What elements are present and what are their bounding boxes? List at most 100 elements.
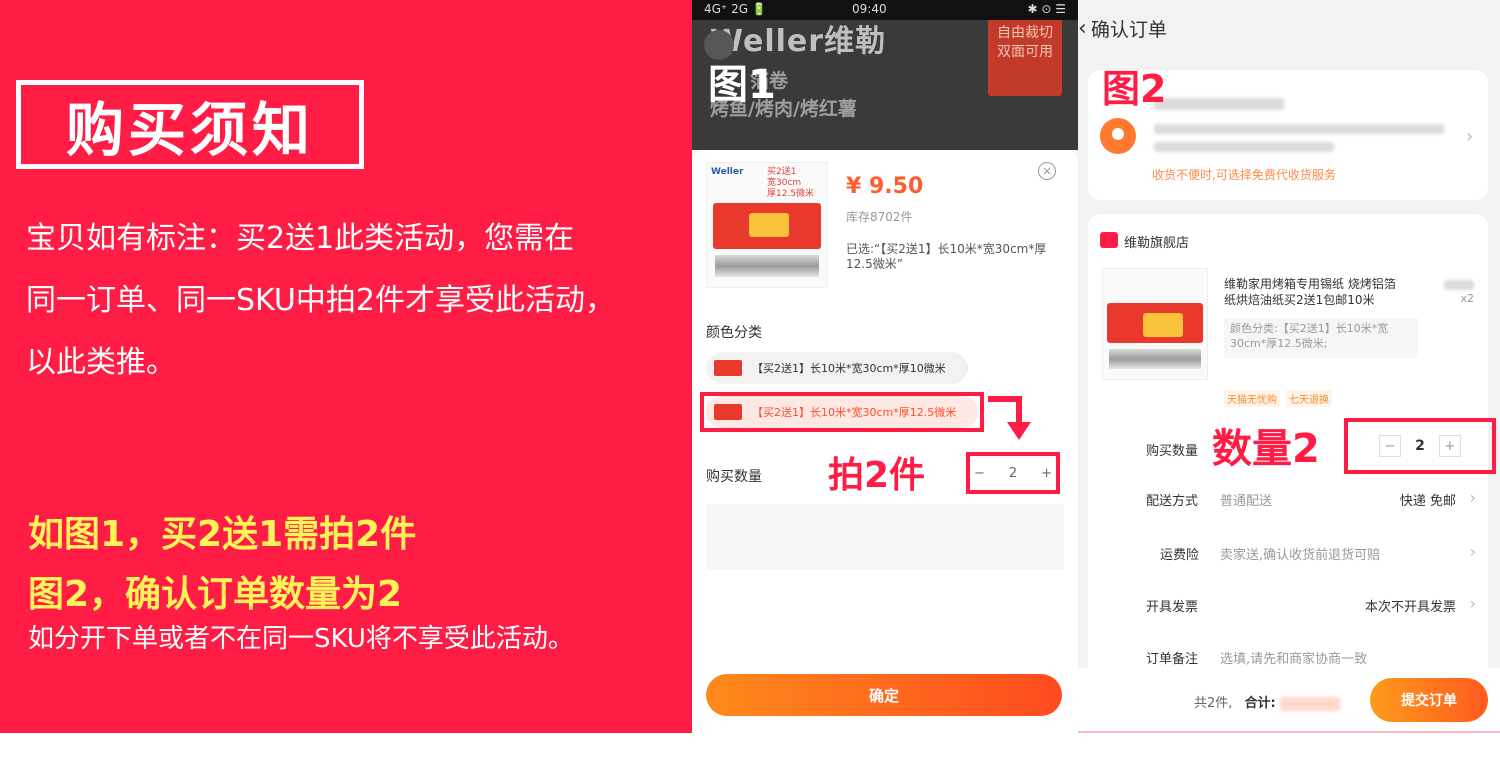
- chevron-right-icon: ›: [1469, 594, 1476, 613]
- product-price: ¥ 9.50: [846, 174, 924, 199]
- sku-option-label: 【买2送1】长10米*宽30cm*厚10微米: [752, 362, 946, 375]
- row-label: 购买数量: [1146, 444, 1199, 459]
- plus-button[interactable]: +: [1438, 435, 1461, 457]
- row-value: 卖家送,确认收货前退货可赔: [1220, 548, 1381, 563]
- service-tag: 天猫无忧购: [1224, 390, 1280, 407]
- banner-tag-text: 自由裁切 双面可用: [997, 25, 1053, 60]
- status-time: 09:40: [852, 2, 887, 16]
- product-thumbnail: Weller 买2送1 宽30cm 厚12.5微米: [706, 162, 828, 288]
- row-invoice[interactable]: 开具发票 本次不开具发票 ›: [1146, 594, 1476, 615]
- package-label: [1143, 313, 1183, 337]
- blurred-price: [1444, 280, 1474, 290]
- confirm-button[interactable]: 确定: [706, 674, 1062, 716]
- figure1-sku-selector: Weller维勒 自由裁切 双面可用 箔卷 烤鱼/烤肉/烤红薯 图1 4G⁺ 2…: [692, 0, 1078, 733]
- row-label: 开具发票: [1146, 600, 1199, 615]
- package-image: [1107, 303, 1203, 343]
- quantity-value[interactable]: 2: [1009, 466, 1017, 481]
- product-thumbnail: [1102, 268, 1208, 380]
- blurred-address: [1154, 124, 1444, 134]
- quantity-value[interactable]: 2: [1415, 438, 1425, 454]
- signal-icon: 4G⁺ 2G 🔋: [704, 2, 767, 16]
- row-delivery[interactable]: 配送方式 普通配送 快递 免邮 ›: [1146, 488, 1476, 509]
- product-banner: Weller维勒 自由裁切 双面可用 箔卷 烤鱼/烤肉/烤红薯 图1: [692, 0, 1078, 150]
- row-right-value: 快递 免邮: [1399, 494, 1456, 509]
- row-insurance[interactable]: 运费险 卖家送,确认收货前退货可赔 ›: [1160, 542, 1476, 563]
- chevron-right-icon: ›: [1469, 488, 1476, 507]
- color-category-label: 颜色分类: [706, 325, 762, 341]
- quantity-stepper: − 2 +: [1344, 418, 1496, 474]
- notice-highlight-line: 图2，确认订单数量为2: [28, 574, 403, 615]
- notice-body-line: 宝贝如有标注：买2送1此类活动，您需在: [26, 221, 575, 256]
- thumb-brand: Weller: [711, 167, 744, 177]
- store-icon: [1100, 232, 1118, 248]
- item-price-col: x2: [1444, 276, 1474, 308]
- page-title: 确认订单: [1090, 18, 1167, 41]
- row-value: 普通配送: [1220, 494, 1273, 509]
- battery-icon: ✱ ⊙ ☰: [1027, 2, 1067, 16]
- annotation-buy-2: 拍2件: [828, 455, 926, 496]
- notice-highlight: 如图1，买2送1需拍2件 图2，确认订单数量为2: [28, 505, 416, 625]
- item-quantity: x2: [1460, 292, 1474, 305]
- row-right-value: 本次不开具发票: [1364, 600, 1456, 615]
- chevron-right-icon: ›: [1466, 126, 1474, 147]
- notice-body: 宝贝如有标注：买2送1此类活动，您需在 同一订单、同一SKU中拍2件才享受此活动…: [26, 208, 686, 394]
- address-note: 收货不便时,可选择免费代收货服务: [1152, 168, 1336, 182]
- chevron-right-icon: ›: [1469, 542, 1476, 561]
- arrow-down-icon: [1007, 422, 1031, 440]
- foil-roll-image: [1109, 349, 1201, 369]
- blurred-total: [1279, 696, 1340, 711]
- sku-option-icon: [714, 360, 742, 376]
- store-name[interactable]: 维勒旗舰店: [1124, 232, 1189, 251]
- figure2-confirm-order: ‹ 确认订单 收货不便时,可选择免费代收货服务 › 图2 维勒旗舰店 维勒家用烤…: [1078, 0, 1500, 733]
- order-header: ‹ 确认订单: [1078, 0, 1500, 56]
- purchase-notice-panel: 购买须知 宝贝如有标注：买2送1此类活动，您需在 同一订单、同一SKU中拍2件才…: [0, 0, 692, 733]
- total-count: 共2件,: [1194, 696, 1233, 711]
- location-pin-icon: [1100, 118, 1136, 154]
- thumb-tag: 买2送1 宽30cm 厚12.5微米: [767, 167, 814, 200]
- submit-order-button[interactable]: 提交订单: [1370, 678, 1488, 722]
- order-note-input[interactable]: 选填,请先和商家协商一致: [1220, 648, 1367, 667]
- notice-title: 购买须知: [16, 80, 364, 169]
- quantity-label: 购买数量: [706, 469, 762, 485]
- row-label: 订单备注: [1146, 652, 1199, 667]
- minus-button[interactable]: −: [1379, 435, 1402, 457]
- plus-button[interactable]: +: [1041, 466, 1052, 481]
- row-label: 运费险: [1160, 548, 1200, 563]
- blurred-address: [1154, 142, 1334, 152]
- minus-button[interactable]: −: [974, 466, 985, 481]
- sku-option-10um[interactable]: 【买2送1】长10米*宽30cm*厚10微米: [706, 352, 968, 384]
- quantity-stepper: − 2 +: [966, 452, 1060, 494]
- annotation-quantity-2: 数量2: [1212, 426, 1320, 472]
- notice-body-line: 以此类推。: [26, 345, 176, 380]
- order-total: 共2件, 合计:: [1194, 692, 1340, 711]
- banner-tag: 自由裁切 双面可用: [988, 18, 1062, 96]
- promo-image: 购买须知 宝贝如有标注：买2送1此类活动，您需在 同一订单、同一SKU中拍2件才…: [0, 0, 1500, 779]
- sku-sheet: × Weller 买2送1 宽30cm 厚12.5微米 ¥ 9.50 库存870…: [692, 150, 1078, 733]
- blank-area: [706, 504, 1064, 570]
- total-label: 合计:: [1244, 696, 1276, 711]
- selected-option-highlight: [700, 392, 984, 432]
- package-image: [713, 203, 821, 249]
- row-label: 配送方式: [1146, 494, 1199, 509]
- row-note[interactable]: 订单备注 选填,请先和商家协商一致: [1146, 648, 1476, 667]
- product-name[interactable]: 维勒家用烤箱专用锡纸 烧烤铝箔纸烘焙油纸买2送1包邮10米: [1224, 276, 1404, 308]
- thumb-tag-text: 买2送1 宽30cm 厚12.5微米: [767, 167, 815, 199]
- status-bar: 4G⁺ 2G 🔋 09:40 ✱ ⊙ ☰: [692, 0, 1078, 20]
- notice-body-line: 同一订单、同一SKU中拍2件才享受此活动，: [26, 283, 615, 318]
- figure-label-1: 图1: [708, 62, 776, 108]
- service-tag: 七天退换: [1286, 390, 1332, 407]
- back-icon[interactable]: ‹: [1078, 16, 1087, 41]
- product-attributes: 颜色分类:【买2送1】长10米*宽30cm*厚12.5微米;: [1224, 318, 1418, 358]
- close-icon[interactable]: ×: [1038, 162, 1056, 180]
- service-tags: 天猫无忧购 七天退换: [1224, 390, 1332, 407]
- blurred-name: [1154, 98, 1284, 110]
- figure-label-2: 图2: [1102, 67, 1167, 111]
- notice-highlight-line: 如图1，买2送1需拍2件: [28, 514, 417, 555]
- notice-footer: 如分开下单或者不在同一SKU将不享受此活动。: [28, 624, 574, 654]
- checkout-bar: 共2件, 合计: 提交订单: [1078, 668, 1500, 733]
- selected-sku: 已选:“【买2送1】长10米*宽30cm*厚12.5微米”: [846, 242, 1047, 271]
- product-stock: 库存8702件: [846, 210, 913, 224]
- foil-roll-image: [715, 255, 819, 277]
- package-label: [749, 213, 789, 237]
- arrow-icon: [1016, 396, 1022, 424]
